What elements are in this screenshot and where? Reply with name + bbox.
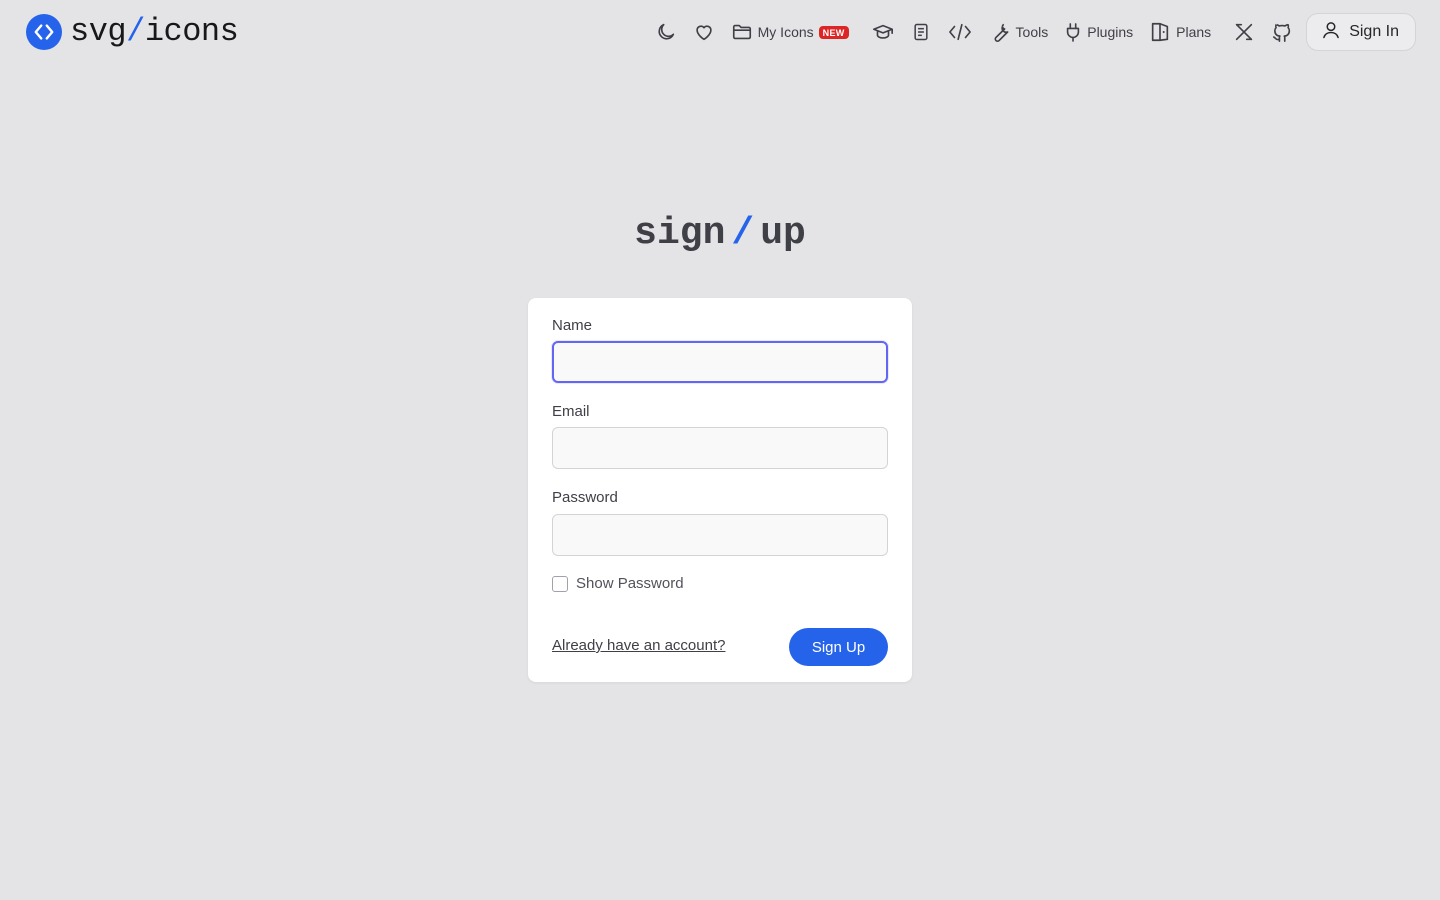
wrench-icon xyxy=(989,21,1011,43)
show-password-row[interactable]: Show Password xyxy=(552,575,684,592)
user-icon xyxy=(1321,20,1341,45)
show-password-label: Show Password xyxy=(576,575,684,592)
tools-link[interactable]: Tools xyxy=(981,13,1057,51)
plans-link[interactable]: Plans xyxy=(1141,13,1219,51)
graduation-cap-icon xyxy=(871,21,895,43)
document-icon xyxy=(911,21,931,43)
my-icons-link[interactable]: My Icons NEW xyxy=(723,13,857,51)
password-input[interactable] xyxy=(552,514,888,556)
sign-in-label: Sign In xyxy=(1349,23,1399,40)
folder-icon xyxy=(731,21,753,43)
sign-in-button[interactable]: Sign In xyxy=(1306,13,1416,51)
name-input[interactable] xyxy=(552,341,888,383)
show-password-checkbox[interactable] xyxy=(552,575,568,592)
docs-button[interactable] xyxy=(903,13,939,51)
new-badge: NEW xyxy=(818,25,849,39)
page-title: sign / up xyxy=(0,212,1440,255)
x-link[interactable] xyxy=(1225,13,1263,51)
plug-icon xyxy=(1064,21,1082,43)
password-label: Password xyxy=(552,489,618,506)
moon-icon xyxy=(655,21,677,43)
brand-name-right: icons xyxy=(144,13,239,50)
email-input[interactable] xyxy=(552,427,888,469)
my-icons-label: My Icons xyxy=(757,24,814,40)
plans-label: Plans xyxy=(1176,24,1212,40)
github-icon xyxy=(1271,21,1293,43)
door-icon xyxy=(1149,21,1171,43)
favorites-button[interactable] xyxy=(685,13,723,51)
main-nav: My Icons NEW Tools Plugins Plans Sign In xyxy=(647,13,1416,51)
code-button[interactable] xyxy=(939,13,981,51)
already-have-account-link[interactable]: Already have an account? xyxy=(552,637,725,654)
plugins-link[interactable]: Plugins xyxy=(1056,13,1141,51)
theme-toggle-button[interactable] xyxy=(647,13,685,51)
tools-label: Tools xyxy=(1015,24,1049,40)
brand-name-left: svg xyxy=(70,13,127,50)
brand-name-slash: / xyxy=(126,13,145,50)
page-title-right: up xyxy=(760,212,806,255)
code-icon xyxy=(947,21,973,43)
name-label: Name xyxy=(552,317,593,334)
top-navigation-bar: svg/icons My Icons NEW Tools Plugins Pla… xyxy=(0,0,1440,64)
learn-button[interactable] xyxy=(863,13,903,51)
sign-up-button[interactable]: Sign Up xyxy=(789,628,888,666)
brand-logo-link[interactable]: svg/icons xyxy=(26,13,239,51)
email-label: Email xyxy=(552,403,590,420)
brand-wordmark: svg/icons xyxy=(70,13,239,50)
signup-form-card: Name Email Password Show Password Alread… xyxy=(528,298,912,682)
code-brackets-logo-icon xyxy=(26,14,62,50)
plugins-label: Plugins xyxy=(1087,24,1134,40)
github-link[interactable] xyxy=(1263,13,1301,51)
page-title-slash: / xyxy=(731,212,755,255)
x-logo-icon xyxy=(1233,21,1255,43)
heart-icon xyxy=(693,21,715,43)
page-title-left: sign xyxy=(634,212,726,255)
